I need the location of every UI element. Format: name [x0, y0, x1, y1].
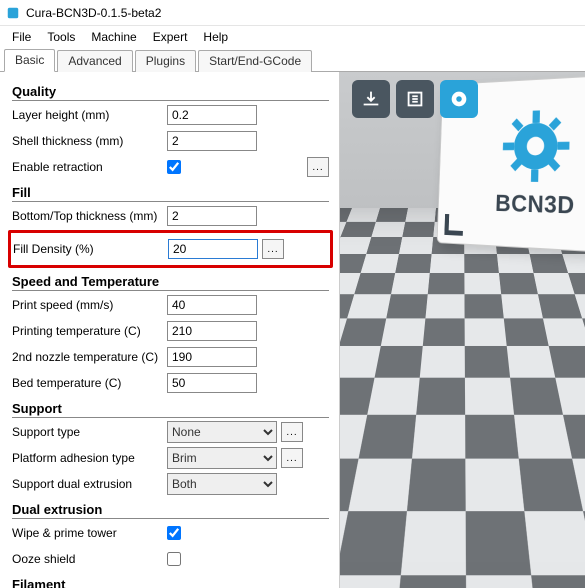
section-dual-extrusion: Dual extrusion [12, 502, 329, 519]
load-model-button[interactable] [352, 80, 390, 118]
settings-panel: Quality Layer height (mm) Shell thicknes… [0, 72, 340, 588]
label-support-dual-extrusion: Support dual extrusion [12, 477, 167, 491]
check-ooze-shield[interactable] [167, 552, 181, 566]
input-print-speed[interactable] [167, 295, 257, 315]
tab-start-end-gcode[interactable]: Start/End-GCode [198, 50, 312, 72]
label-print-speed: Print speed (mm/s) [12, 298, 167, 312]
fill-density-highlight: Fill Density (%) ... [8, 230, 333, 268]
platform-adhesion-settings-button[interactable]: ... [281, 448, 303, 468]
select-support-type[interactable]: None [167, 421, 277, 443]
label-bed-temp: Bed temperature (C) [12, 376, 167, 390]
tab-basic[interactable]: Basic [4, 49, 55, 72]
menu-file[interactable]: File [4, 28, 39, 46]
tab-bar: Basic Advanced Plugins Start/End-GCode [0, 48, 585, 72]
menu-help[interactable]: Help [195, 28, 236, 46]
label-wipe-prime: Wipe & prime tower [12, 526, 167, 540]
viewport-toolbar [352, 80, 478, 118]
build-plate [340, 208, 585, 588]
label-ooze-shield: Ooze shield [12, 552, 167, 566]
check-wipe-prime[interactable] [167, 526, 181, 540]
gear-icon [499, 106, 573, 185]
viewport-3d[interactable]: BCN3D [340, 72, 585, 588]
select-support-dual-extrusion[interactable]: Both [167, 473, 277, 495]
label-shell-thickness: Shell thickness (mm) [12, 134, 167, 148]
title-bar: Cura-BCN3D-0.1.5-beta2 [0, 0, 585, 26]
label-platform-adhesion: Platform adhesion type [12, 451, 167, 465]
input-fill-density[interactable] [168, 239, 258, 259]
section-fill: Fill [12, 185, 329, 202]
input-shell-thickness[interactable] [167, 131, 257, 151]
menu-bar: File Tools Machine Expert Help [0, 26, 585, 48]
menu-expert[interactable]: Expert [145, 28, 196, 46]
tab-advanced[interactable]: Advanced [57, 50, 132, 72]
section-speed-temp: Speed and Temperature [12, 274, 329, 291]
label-layer-height: Layer height (mm) [12, 108, 167, 122]
section-quality: Quality [12, 84, 329, 101]
label-fill-density: Fill Density (%) [13, 242, 168, 256]
section-support: Support [12, 401, 329, 418]
input-bottom-top-thickness[interactable] [167, 206, 257, 226]
input-printing-temp[interactable] [167, 321, 257, 341]
input-bed-temp[interactable] [167, 373, 257, 393]
menu-tools[interactable]: Tools [39, 28, 83, 46]
label-support-type: Support type [12, 425, 167, 439]
label-enable-retraction: Enable retraction [12, 160, 167, 174]
view-mode-button[interactable] [440, 80, 478, 118]
slice-button[interactable] [396, 80, 434, 118]
section-filament: Filament [12, 577, 329, 588]
menu-machine[interactable]: Machine [83, 28, 144, 46]
tab-plugins[interactable]: Plugins [135, 50, 196, 72]
retraction-settings-button[interactable]: ... [307, 157, 329, 177]
input-layer-height[interactable] [167, 105, 257, 125]
brand-text: BCN3D [495, 190, 575, 220]
fill-density-settings-button[interactable]: ... [262, 239, 284, 259]
label-printing-temp: Printing temperature (C) [12, 324, 167, 338]
support-type-settings-button[interactable]: ... [281, 422, 303, 442]
select-platform-adhesion[interactable]: Brim [167, 447, 277, 469]
check-enable-retraction[interactable] [167, 160, 181, 174]
app-icon [6, 6, 20, 20]
window-title: Cura-BCN3D-0.1.5-beta2 [26, 6, 161, 20]
label-bottom-top-thickness: Bottom/Top thickness (mm) [12, 209, 167, 223]
input-second-nozzle-temp[interactable] [167, 347, 257, 367]
label-second-nozzle-temp: 2nd nozzle temperature (C) [12, 350, 167, 364]
